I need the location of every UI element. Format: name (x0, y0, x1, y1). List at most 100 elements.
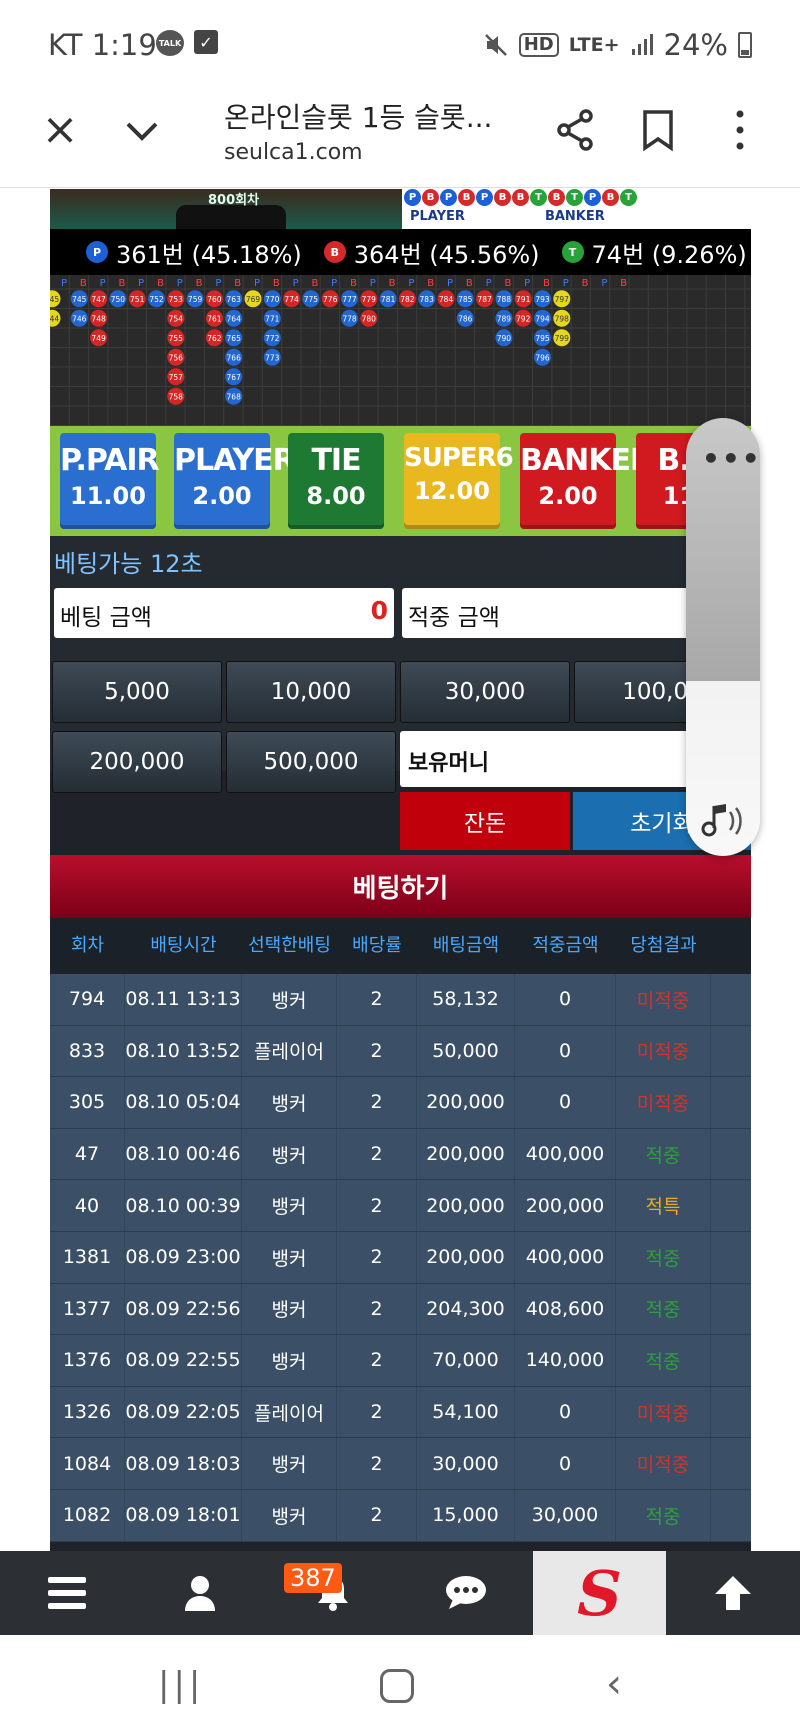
chip-5000[interactable]: 5,000 (52, 661, 222, 723)
user-icon[interactable] (133, 1551, 266, 1635)
place-bet-button[interactable]: 베팅하기 (50, 855, 751, 918)
bead-label: 785 (458, 295, 473, 304)
page-url[interactable]: seulca1.com (224, 140, 363, 165)
home-icon[interactable] (380, 1669, 414, 1703)
bet-option-tie[interactable]: TIE 8.00 (288, 433, 384, 529)
floating-side-panel[interactable]: ••• (686, 418, 760, 856)
bet-amount-field[interactable]: 베팅 금액 0 (54, 588, 394, 638)
bead-label: 757 (169, 373, 184, 382)
board-header-label: P (61, 278, 67, 289)
chip-200000[interactable]: 200,000 (52, 731, 222, 793)
table-row: 794 08.11 13:13 뱅커 2 58,132 0 미적중 (50, 974, 751, 1026)
table-cell: 0 (515, 1386, 616, 1438)
road-legend: PLAYER BANKER (410, 209, 605, 224)
bead-label: 744 (50, 314, 59, 323)
table-cell: 0 (515, 1025, 616, 1077)
recent-apps-icon[interactable]: ||| (158, 1665, 204, 1705)
bead-road-svg: P B P B P B P B P B P B P B P B P B P B P B P B P B P B P B 745 744 745 7… (50, 275, 751, 426)
table-cell: 2 (337, 1386, 417, 1438)
mini-bead: B (548, 189, 565, 206)
change-button[interactable]: 잔돈 (400, 792, 570, 850)
board-header-label: B (504, 278, 511, 289)
bead-label: 777 (342, 295, 357, 304)
close-icon[interactable]: × (40, 108, 80, 152)
bead-label: 767 (227, 373, 242, 382)
bet-option-odds: 11.00 (70, 482, 146, 510)
back-icon[interactable]: ‹ (606, 1661, 622, 1707)
history-table-body: 794 08.11 13:13 뱅커 2 58,132 0 미적중 833 08.10 13:5… (50, 974, 751, 1542)
table-cell: 0 (515, 1438, 616, 1489)
status-bar: KT 1:19 TALK ✓ HD LTE+ 24% (0, 0, 800, 90)
menu-icon[interactable] (0, 1551, 133, 1635)
table-cell: 미적중 (616, 1077, 711, 1128)
mini-bead: B (512, 189, 529, 206)
table-cell: 적특 (616, 1180, 711, 1231)
share-icon[interactable] (556, 108, 596, 152)
board-header-label: P (100, 278, 106, 289)
chip-10000[interactable]: 10,000 (226, 661, 396, 723)
system-navigation-bar: ||| ‹ (0, 1635, 800, 1734)
carrier-time: KT 1:19 (48, 28, 157, 62)
bet-option-player[interactable]: PLAYER 2.00 (174, 433, 296, 529)
board-header-label: B (466, 278, 473, 289)
board-header-label: P (601, 278, 607, 289)
table-cell: 50,000 (417, 1025, 515, 1077)
live-table-video: 800회차 (50, 189, 402, 229)
table-cell: 1082 (50, 1489, 125, 1541)
mini-bead: P (440, 189, 457, 206)
table-cell: 미적중 (616, 1386, 711, 1438)
bet-option-super6[interactable]: SUPER6 12.00 (404, 433, 514, 529)
site-logo-letter: S (577, 1556, 622, 1630)
bead-label: 747 (91, 295, 106, 304)
bet-option-banker[interactable]: BANKER 2.00 (520, 433, 653, 529)
mini-bead: B (602, 189, 619, 206)
bead-label: 745 (72, 295, 87, 304)
bead-label: 769 (246, 295, 261, 304)
board-header-label: B (80, 278, 87, 289)
chip-500000[interactable]: 500,000 (226, 731, 396, 793)
notification-icons: TALK ✓ (156, 30, 218, 56)
table-cell: 뱅커 (242, 1231, 337, 1283)
table-cell: 2 (337, 1077, 417, 1128)
table-cell: 408,600 (515, 1283, 616, 1335)
mini-bead-row: PBPBPBBTBTPBT (404, 189, 637, 206)
table-row: 1381 08.09 23:00 뱅커 2 200,000 400,000 적중 (50, 1231, 751, 1284)
board-header-label: B (350, 278, 357, 289)
table-cell: 400,000 (515, 1231, 616, 1283)
bead-label: 791 (516, 295, 531, 304)
table-cell: 뱅커 (242, 1077, 337, 1128)
more-options-icon[interactable] (730, 108, 750, 152)
col-time: 배팅시간 (150, 935, 217, 956)
table-cell: 2 (337, 1128, 417, 1180)
table-row: 305 08.10 05:04 뱅커 2 200,000 0 미적중 (50, 1077, 751, 1129)
bet-option-name: SUPER6 (404, 443, 514, 473)
board-header-label: B (196, 278, 203, 289)
bead-label: 765 (227, 334, 242, 343)
chip-30000[interactable]: 30,000 (400, 661, 570, 723)
more-options-icon[interactable]: ••• (702, 442, 762, 475)
music-volume-icon[interactable] (700, 800, 744, 840)
bead-label: 772 (265, 334, 280, 343)
board-header-label: P (447, 278, 453, 289)
table-cell: 뱅커 (242, 1283, 337, 1335)
notification-badge: 387 (284, 1563, 342, 1593)
chevron-down-icon[interactable] (122, 110, 162, 150)
board-header-label: P (486, 278, 492, 289)
bet-option-ppair[interactable]: P.PAIR 11.00 (60, 433, 160, 529)
bead-label: 763 (227, 295, 242, 304)
table-cell: 08.10 13:52 (125, 1025, 242, 1077)
bead-label: 746 (72, 314, 87, 323)
site-logo[interactable]: S (533, 1551, 666, 1635)
scroll-top-arrow-icon[interactable] (666, 1551, 799, 1635)
table-cell: 미적중 (616, 1438, 711, 1489)
mini-bead: B (494, 189, 511, 206)
bookmark-icon[interactable] (640, 108, 676, 152)
bead-label: 795 (535, 334, 550, 343)
bead-label: 755 (169, 334, 184, 343)
table-cell: 40 (50, 1180, 125, 1231)
bead-label: 776 (323, 295, 338, 304)
bead-label: 798 (555, 314, 570, 323)
stat-banker-text: 364번 (45.56%) (353, 240, 540, 269)
chat-icon[interactable] (399, 1551, 532, 1635)
table-cell: 1084 (50, 1438, 125, 1489)
